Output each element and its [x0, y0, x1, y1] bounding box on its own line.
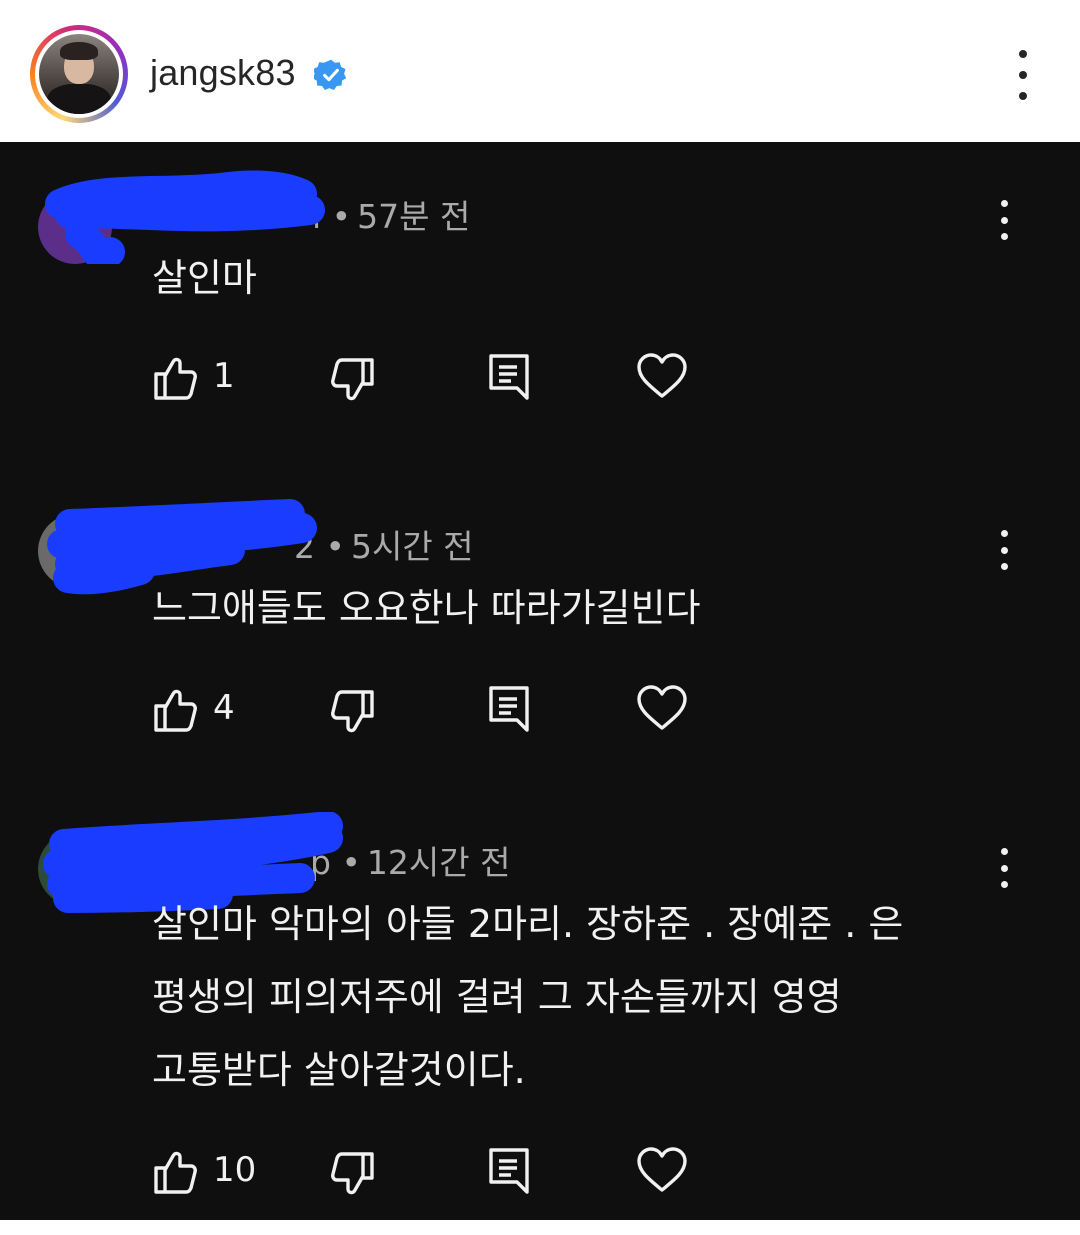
comment-screenshot: ı • 57분 전 살인마 1 2 • 5시간 전 느그애들도 오요한나 따라가…: [0, 142, 1080, 1220]
heart-icon[interactable]: [636, 352, 688, 400]
like-count: 10: [213, 1150, 257, 1190]
timestamp: 57분 전: [357, 197, 471, 236]
username[interactable]: jangsk83: [150, 52, 296, 94]
reply-icon[interactable]: [487, 1146, 531, 1198]
heart-icon[interactable]: [636, 684, 688, 732]
thumbs-down-icon[interactable]: [328, 686, 376, 738]
thumbs-up-icon[interactable]: [152, 1146, 200, 1198]
comment-text: 느그애들도 오요한나 따라가길빈다: [152, 586, 701, 630]
comment-actions: 4: [0, 684, 1080, 744]
like-count: 1: [213, 356, 235, 396]
comment-text: 살인마 악마의 아들 2마리. 장하준 . 장예준 . 은 평생의 피의저주에 …: [152, 902, 904, 1092]
profile-avatar[interactable]: [39, 34, 119, 114]
more-vertical-icon[interactable]: [1005, 50, 1041, 100]
reply-icon[interactable]: [487, 684, 531, 736]
comment-more-icon[interactable]: [995, 530, 1013, 570]
like-count: 4: [213, 688, 235, 728]
comment-actions: 1: [0, 352, 1080, 412]
comment-more-icon[interactable]: [995, 848, 1013, 888]
thumbs-down-icon[interactable]: [328, 354, 376, 406]
post-header: jangsk83: [0, 0, 1080, 142]
timestamp: 12시간 전: [366, 843, 511, 882]
heart-icon[interactable]: [636, 1146, 688, 1194]
comment-text: 살인마: [152, 256, 257, 300]
comment-more-icon[interactable]: [995, 200, 1013, 240]
comment-actions: 10: [0, 1146, 1080, 1206]
thumbs-up-icon[interactable]: [152, 352, 200, 404]
timestamp: 5시간 전: [350, 527, 474, 566]
thumbs-down-icon[interactable]: [328, 1148, 376, 1200]
bottom-strip: [0, 1220, 1080, 1235]
story-ring[interactable]: [30, 25, 128, 123]
reply-icon[interactable]: [487, 352, 531, 404]
verified-badge-icon: [314, 59, 347, 90]
comment-meta: ı • 57분 전: [312, 197, 471, 236]
thumbs-up-icon[interactable]: [152, 684, 200, 736]
